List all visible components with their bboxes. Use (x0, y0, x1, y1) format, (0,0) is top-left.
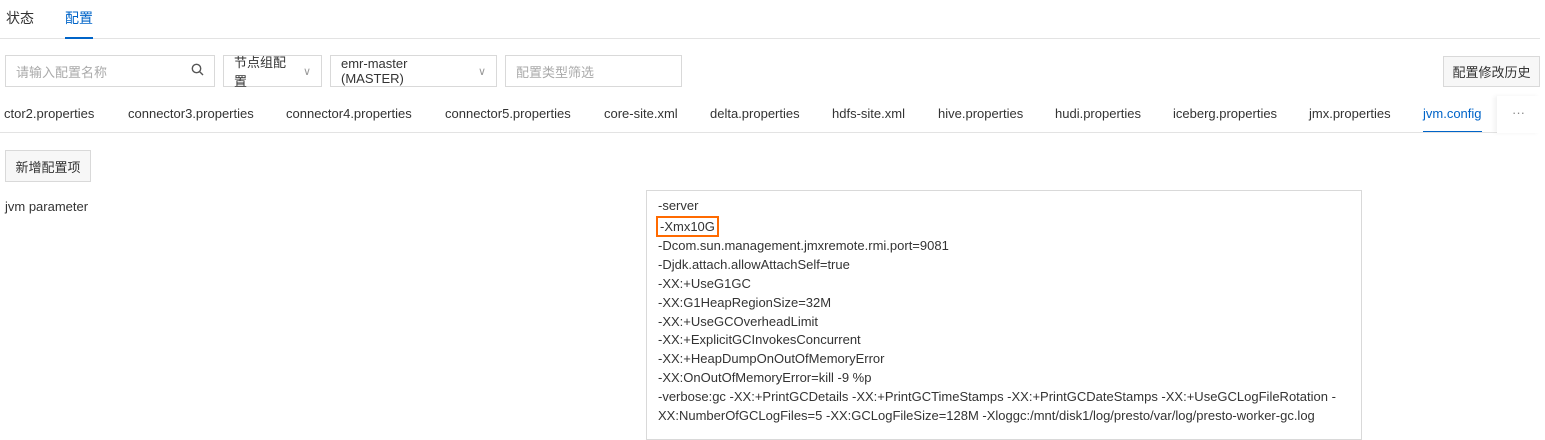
highlighted-line: -Xmx10G (656, 215, 719, 237)
config-line: -Djdk.attach.allowAttachSelf=true (658, 256, 850, 272)
file-tab[interactable]: hdfs-site.xml (832, 106, 905, 121)
file-tab[interactable]: core-site.xml (604, 106, 678, 121)
file-tab-active[interactable]: jvm.config (1423, 106, 1482, 132)
file-tabs: ctor2.properties connector3.properties c… (0, 96, 1540, 133)
config-line: -verbose:gc -XX:+PrintGCDetails -XX:+Pri… (658, 389, 1336, 405)
tab-config[interactable]: 配置 (65, 8, 93, 39)
config-line: -XX:G1HeapRegionSize=32M (658, 294, 832, 310)
file-tab[interactable]: connector3.properties (128, 106, 254, 121)
type-filter-input[interactable]: 配置类型筛选 (505, 55, 682, 87)
jvm-parameter-textarea[interactable]: -server -Xmx10G -Dcom.sun.management.jmx… (646, 190, 1362, 440)
add-config-button[interactable]: 新增配置项 (5, 150, 91, 182)
config-line: -XX:+HeapDumpOnOutOfMemoryError (658, 351, 885, 367)
chevron-down-icon: ∨ (477, 65, 486, 78)
node-group-select[interactable]: emr-master (MASTER) ∨ (330, 55, 497, 87)
file-tab[interactable]: iceberg.properties (1173, 106, 1277, 121)
type-filter-placeholder: 配置类型筛选 (516, 64, 595, 80)
file-tab[interactable]: connector5.properties (445, 106, 571, 121)
file-tab[interactable]: connector4.properties (286, 106, 412, 121)
top-tabs: 状态 配置 (0, 0, 1540, 39)
file-tab[interactable]: ctor2.properties (4, 106, 94, 121)
more-tabs-button[interactable]: ··· (1497, 96, 1540, 133)
file-tab[interactable]: delta.properties (710, 106, 800, 121)
tab-status[interactable]: 状态 (6, 8, 34, 39)
config-line: XX:NumberOfGCLogFiles=5 -XX:GCLogFileSiz… (658, 408, 1315, 424)
chevron-down-icon: ∨ (302, 65, 311, 78)
config-line: -XX:+UseGCOverheadLimit (658, 313, 819, 329)
file-tab[interactable]: jmx.properties (1309, 106, 1391, 121)
scope-value: 节点组配置 (234, 55, 287, 89)
node-group-value: emr-master (MASTER) (341, 56, 408, 86)
config-line: -XX:+ExplicitGCInvokesConcurrent (658, 332, 861, 348)
config-line: -server (658, 198, 699, 213)
search-placeholder: 请输入配置名称 (16, 64, 108, 80)
search-input[interactable]: 请输入配置名称 (5, 55, 215, 87)
scope-select[interactable]: 节点组配置 ∨ (223, 55, 322, 89)
file-tab[interactable]: hudi.properties (1055, 106, 1141, 121)
config-line: -Dcom.sun.management.jmxremote.rmi.port=… (658, 237, 949, 253)
param-label: jvm parameter (5, 199, 89, 214)
config-line: -XX:+UseG1GC (658, 275, 751, 291)
search-icon[interactable] (191, 63, 204, 79)
config-history-button[interactable]: 配置修改历史 (1443, 56, 1540, 87)
config-line: -XX:OnOutOfMemoryError=kill -9 %p (658, 370, 872, 386)
file-tab[interactable]: hive.properties (938, 106, 1023, 121)
